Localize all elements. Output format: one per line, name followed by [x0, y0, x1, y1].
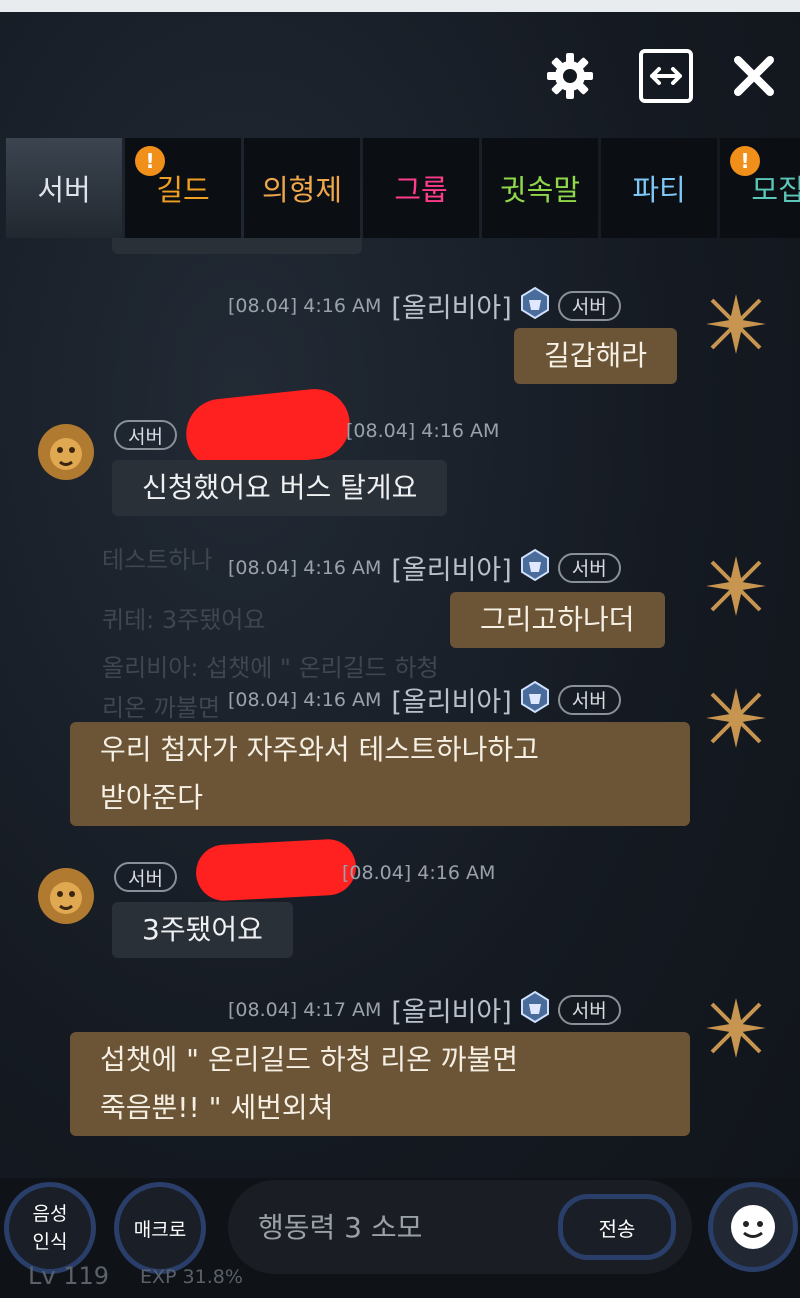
message-header: 서버	[114, 420, 177, 450]
my-message-bubble[interactable]: 섭챗에 " 온리길드 하청 리온 까불면 죽음뿐!! " 세번외쳐	[70, 1032, 690, 1136]
tab-label: 서버	[37, 173, 91, 207]
other-message-bubble[interactable]: 신청했어요 버스 탈게요	[112, 460, 448, 516]
lion-avatar-icon[interactable]	[34, 864, 98, 928]
sender-name[interactable]: [올리비아]	[391, 548, 511, 587]
chat-input-placeholder: 행동력 3 소모	[258, 1211, 423, 1244]
tab-label: 길드	[156, 173, 210, 207]
message-header: [08.04] 4:16 AM [올리비아] 서버	[228, 680, 621, 719]
message-time: [08.04] 4:16 AM	[228, 556, 382, 579]
tab-server[interactable]: 서버	[6, 138, 122, 238]
my-message-bubble[interactable]: 그리고하나더	[450, 592, 665, 648]
tab-label: 의형제	[261, 173, 343, 207]
send-button[interactable]: 전송	[558, 1194, 676, 1260]
channel-tag: 서버	[557, 552, 621, 583]
message-header: [08.04] 4:17 AM [올리비아] 서버	[228, 990, 621, 1029]
lion-avatar-icon[interactable]	[34, 420, 98, 484]
tab-group[interactable]: 그룹	[363, 138, 479, 238]
sender-name[interactable]: [올리비아]	[391, 680, 511, 719]
voice-label: 음성	[32, 1203, 68, 1225]
tab-label: 파티	[632, 173, 686, 207]
macro-label: 매크로	[133, 1218, 187, 1241]
tab-guild[interactable]: ! 길드	[125, 138, 241, 238]
previous-message-bubble	[112, 238, 362, 254]
rank-icon	[518, 990, 552, 1029]
chat-input[interactable]: 행동력 3 소모 전송	[228, 1180, 692, 1274]
tab-label: 모집	[751, 173, 800, 207]
macro-button[interactable]: 매크로	[114, 1182, 206, 1274]
message-line: 받아준다	[100, 781, 204, 814]
emoji-button[interactable]	[708, 1182, 798, 1272]
message-time: [08.04] 4:16 AM	[342, 862, 496, 884]
voice-input-button[interactable]: 음성인식	[4, 1182, 96, 1274]
tab-whisper[interactable]: 귓속말	[482, 138, 598, 238]
message-time-row: [08.04] 4:16 AM	[346, 420, 499, 442]
gear-icon[interactable]	[542, 48, 598, 104]
class-emblem-icon[interactable]	[704, 686, 768, 750]
expand-icon[interactable]	[638, 48, 694, 104]
close-icon[interactable]	[726, 48, 782, 104]
class-emblem-icon[interactable]	[704, 292, 768, 356]
rank-icon	[518, 680, 552, 719]
tab-party[interactable]: 파티	[601, 138, 717, 238]
message-time: [08.04] 4:17 AM	[228, 998, 382, 1021]
tab-recruit[interactable]: ! 모집	[720, 138, 800, 238]
voice-label: 인식	[32, 1231, 68, 1253]
emoji-icon	[731, 1205, 775, 1249]
top-status-strip	[0, 0, 800, 12]
channel-tag: 서버	[557, 994, 621, 1025]
class-emblem-icon[interactable]	[704, 554, 768, 618]
exp-text: EXP 31.8%	[140, 1266, 243, 1288]
my-message-bubble[interactable]: 길갑해라	[514, 328, 678, 384]
channel-tag: 서버	[114, 420, 177, 450]
tab-brotherhood[interactable]: 의형제	[244, 138, 360, 238]
sender-name[interactable]: [올리비아]	[391, 286, 511, 325]
message-line: 섭챗에 " 온리길드 하청 리온 까불면	[100, 1043, 519, 1076]
my-message-bubble[interactable]: 우리 첩자가 자주와서 테스트하나하고 받아준다	[70, 722, 690, 826]
tab-label: 그룹	[394, 173, 448, 207]
message-time: [08.04] 4:16 AM	[346, 420, 500, 442]
level-text: Lv 119	[28, 1262, 110, 1290]
message-line: 죽음뿐!! " 세번외쳐	[100, 1091, 334, 1124]
alert-badge-icon: !	[135, 146, 165, 176]
channel-tag: 서버	[557, 290, 621, 321]
background-text: 퀴테: 3주됐어요	[102, 606, 266, 634]
send-label: 전송	[598, 1216, 636, 1241]
message-header: [08.04] 4:16 AM [올리비아] 서버	[228, 286, 621, 325]
channel-tag: 서버	[114, 862, 177, 892]
other-message-bubble[interactable]: 3주됐어요	[112, 902, 293, 958]
message-line: 우리 첩자가 자주와서 테스트하나하고	[100, 733, 539, 766]
alert-badge-icon: !	[730, 146, 760, 176]
class-emblem-icon[interactable]	[704, 996, 768, 1060]
message-header: [08.04] 4:16 AM [올리비아] 서버	[228, 548, 621, 587]
background-text: 리온 까불면	[102, 694, 221, 722]
channel-tag: 서버	[557, 684, 621, 715]
background-text: 올리비아: 섭챗에 " 온리길드 하청	[102, 654, 439, 682]
rank-icon	[518, 286, 552, 325]
chat-tabs: 서버 ! 길드 의형제 그룹 귓속말 파티 ! 모집	[0, 138, 800, 238]
redacted-name-mark	[194, 837, 358, 903]
sender-name[interactable]: [올리비아]	[391, 990, 511, 1029]
message-time-row: [08.04] 4:16 AM	[342, 862, 495, 884]
chat-log[interactable]: 테스트하나 퀴테: 3주됐어요 올리비아: 섭챗에 " 온리길드 하청 리온 까…	[0, 238, 800, 1178]
rank-icon	[518, 548, 552, 587]
message-time: [08.04] 4:16 AM	[228, 294, 382, 317]
tab-label: 귓속말	[499, 173, 581, 207]
message-time: [08.04] 4:16 AM	[228, 688, 382, 711]
background-text: 테스트하나	[102, 546, 213, 574]
message-header: 서버	[114, 862, 177, 892]
